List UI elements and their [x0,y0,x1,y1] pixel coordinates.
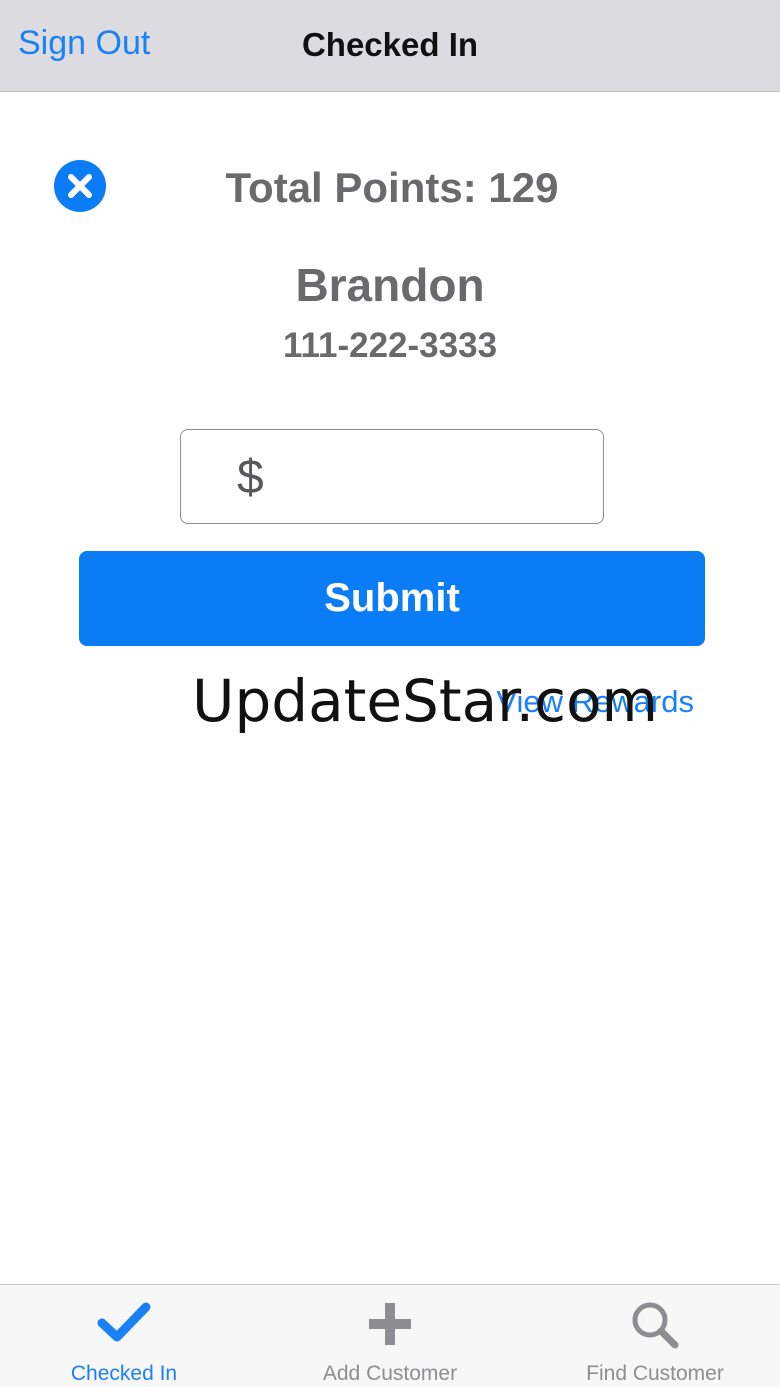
customer-phone: 111-222-3333 [282,326,498,365]
tab-find-customer-label: Find Customer [586,1362,724,1385]
total-points-label: Total Points: [225,164,477,211]
tab-add-customer-label: Add Customer [322,1362,458,1385]
currency-symbol: $ [237,451,264,504]
submit-button[interactable]: Submit [79,551,705,646]
amount-input[interactable] [281,444,581,508]
page-title: Checked In [301,26,479,63]
customer-name: Brandon [295,259,485,311]
tab-checked-in-label: Checked In [70,1362,178,1385]
total-points-value: 129 [488,164,559,211]
tab-checked-in[interactable]: Checked In [34,1285,214,1387]
tab-find-customer[interactable]: Find Customer [570,1285,740,1387]
search-icon [632,1302,679,1349]
checked-in-screen: Sign Out Checked In Total Points: 129 Br… [0,0,780,1387]
tab-add-customer[interactable]: Add Customer [300,1285,480,1387]
plus-icon [369,1303,411,1345]
view-rewards-link[interactable]: View Rewards [496,684,694,720]
checkmark-icon [97,1302,151,1342]
tab-bar: Checked In Add Customer Find Customer [0,1284,780,1387]
amount-field[interactable]: $ [180,429,604,524]
navigation-bar: Sign Out Checked In [0,0,780,92]
total-points: Total Points: 129 [0,164,780,212]
